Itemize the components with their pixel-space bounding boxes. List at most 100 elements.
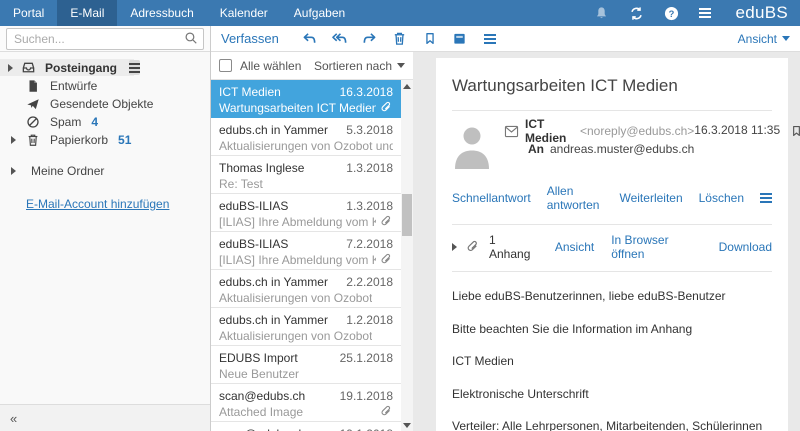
scrollbar-track[interactable] (401, 92, 413, 419)
message-actions: Schnellantwort Allen antworten Weiterlei… (452, 184, 772, 212)
mail-date: 19.1.2018 (340, 427, 393, 431)
sidebar-item-posteingang[interactable]: Posteingang (0, 59, 134, 76)
tab-adressbuch[interactable]: Adressbuch (117, 0, 206, 26)
search-input[interactable] (6, 28, 204, 50)
mail-subject: Aktualisierungen von Ozobot (219, 329, 372, 343)
mail-sender: eduBS-ILIAS (219, 199, 288, 214)
attachment-count: 1 Anhang (489, 233, 538, 261)
body-paragraph: ICT Medien (452, 354, 772, 370)
scroll-up-icon[interactable] (401, 80, 413, 92)
reply-all-button[interactable] (325, 27, 355, 51)
list-item[interactable]: ICT Medien16.3.2018 Wartungsarbeiten ICT… (211, 80, 401, 118)
spam-count-badge: 4 (91, 115, 98, 129)
refresh-icon[interactable] (629, 6, 644, 21)
mail-sender: edubs.ch in Yammer (219, 275, 328, 290)
expand-caret-icon[interactable] (8, 136, 18, 144)
mail-sender: EDUBS Import (219, 351, 298, 366)
sent-icon (26, 97, 41, 111)
scroll-down-icon[interactable] (401, 419, 413, 431)
reply-button[interactable] (295, 27, 325, 51)
message-options-icon[interactable] (760, 193, 772, 203)
delete-button[interactable] (385, 27, 415, 51)
archive-button[interactable] (445, 27, 475, 51)
folder-options-icon[interactable] (129, 60, 140, 75)
attachment-row: 1 Anhang Ansicht In Browser öffnen Downl… (452, 224, 772, 272)
app-logo: eduBS (735, 3, 788, 23)
paperclip-icon (380, 101, 393, 114)
spam-icon (26, 115, 41, 129)
list-item[interactable]: Thomas Inglese1.3.2018 Re: Test (211, 156, 401, 194)
attachment-open-browser-link[interactable]: In Browser öffnen (611, 233, 701, 261)
list-item[interactable]: scan@edubs.ch19.1.2018 Attached Image (211, 384, 401, 422)
expand-attachments-icon[interactable] (452, 243, 457, 251)
folder-label: Entwürfe (50, 79, 97, 93)
help-icon[interactable]: ? (664, 6, 679, 21)
folder-label: Papierkorb (50, 133, 108, 147)
reply-all-link[interactable]: Allen antworten (547, 184, 604, 212)
mail-date: 19.1.2018 (340, 389, 393, 404)
sidebar-item-spam[interactable]: Spam 4 (0, 113, 210, 130)
flag-message-icon[interactable] (790, 124, 800, 138)
folder-label: Spam (50, 115, 81, 129)
expand-caret-icon[interactable] (8, 167, 18, 175)
list-item[interactable]: eduBS-ILIAS7.2.2018 [ILIAS] Ihre Abmeldu… (211, 232, 401, 270)
my-folders-label: Meine Ordner (31, 164, 104, 178)
sidebar-item-entwuerfe[interactable]: Entwürfe (0, 77, 210, 94)
sidebar-item-papierkorb[interactable]: Papierkorb 51 (0, 131, 210, 148)
list-item[interactable]: edubs.ch in Yammer1.2.2018 Aktualisierun… (211, 308, 401, 346)
compose-button[interactable]: Verfassen (221, 31, 279, 46)
flag-button[interactable] (415, 27, 445, 51)
sender-avatar (452, 123, 492, 172)
sidebar-item-meine-ordner[interactable]: Meine Ordner (0, 162, 210, 179)
forward-link[interactable]: Weiterleiten (619, 191, 682, 205)
message-body: Liebe eduBS-Benutzerinnen, liebe eduBS-B… (452, 289, 772, 431)
quick-reply-link[interactable]: Schnellantwort (452, 191, 531, 205)
list-item[interactable]: scan@edubs.ch19.1.2018 (211, 422, 401, 431)
recipient-email: andreas.muster@edubs.ch (550, 142, 694, 156)
sort-menu-button[interactable]: Sortieren nach (314, 59, 405, 73)
folder-list: Posteingang Entwürfe Gesendete Objekte (0, 52, 210, 211)
paperclip-icon (466, 240, 480, 254)
tab-kalender[interactable]: Kalender (207, 0, 281, 26)
attachment-view-link[interactable]: Ansicht (555, 240, 594, 254)
drafts-icon (26, 79, 41, 93)
forward-button[interactable] (355, 27, 385, 51)
list-item[interactable]: edubs.ch in Yammer2.2.2018 Aktualisierun… (211, 270, 401, 308)
tab-aufgaben[interactable]: Aufgaben (281, 0, 358, 26)
mail-subject: Attached Image (219, 405, 303, 419)
delete-link[interactable]: Löschen (699, 191, 744, 205)
paperclip-icon (380, 253, 393, 266)
notifications-bell-icon[interactable] (594, 6, 609, 21)
select-all-checkbox[interactable] (219, 59, 232, 72)
app-tabs: Portal E-Mail Adressbuch Kalender Aufgab… (0, 0, 358, 26)
message-card: Wartungsarbeiten ICT Medien ICT Medien (436, 58, 788, 431)
svg-text:?: ? (669, 8, 675, 18)
view-menu-button[interactable]: Ansicht (738, 32, 790, 46)
collapse-chevron-icon: « (10, 411, 17, 426)
body-paragraph: Bitte beachten Sie die Information im An… (452, 322, 772, 338)
list-scrollbar[interactable] (401, 80, 413, 431)
sidebar-item-gesendete[interactable]: Gesendete Objekte (0, 95, 210, 112)
list-options-icon[interactable] (475, 27, 505, 51)
main-menu-icon[interactable] (699, 8, 711, 18)
paperclip-icon (380, 215, 393, 228)
body-paragraph: Elektronische Unterschrift (452, 387, 772, 403)
sort-label: Sortieren nach (314, 59, 392, 73)
search-icon[interactable] (184, 31, 198, 48)
tab-email[interactable]: E-Mail (57, 0, 117, 26)
list-item[interactable]: EDUBS Import25.1.2018 Neue Benutzer (211, 346, 401, 384)
list-item[interactable]: eduBS-ILIAS1.3.2018 [ILIAS] Ihre Abmeldu… (211, 194, 401, 232)
list-item[interactable]: edubs.ch in Yammer5.3.2018 Aktualisierun… (211, 118, 401, 156)
tab-portal[interactable]: Portal (0, 0, 57, 26)
collapse-sidebar-button[interactable]: « (0, 404, 210, 431)
body-paragraph: Verteiler: Alle Lehrpersonen, Mitarbeite… (452, 419, 772, 431)
search-area (0, 26, 210, 52)
scrollbar-thumb[interactable] (402, 194, 412, 236)
body-paragraph: Liebe eduBS-Benutzerinnen, liebe eduBS-B… (452, 289, 772, 305)
add-email-account-link[interactable]: E-Mail-Account hinzufügen (26, 197, 169, 211)
sender-email: <noreply@edubs.ch> (580, 124, 694, 138)
chevron-down-icon (782, 36, 790, 41)
folder-sidebar: Posteingang Entwürfe Gesendete Objekte (0, 26, 211, 431)
expand-caret-icon[interactable] (8, 64, 13, 72)
attachment-download-link[interactable]: Download (719, 240, 772, 254)
